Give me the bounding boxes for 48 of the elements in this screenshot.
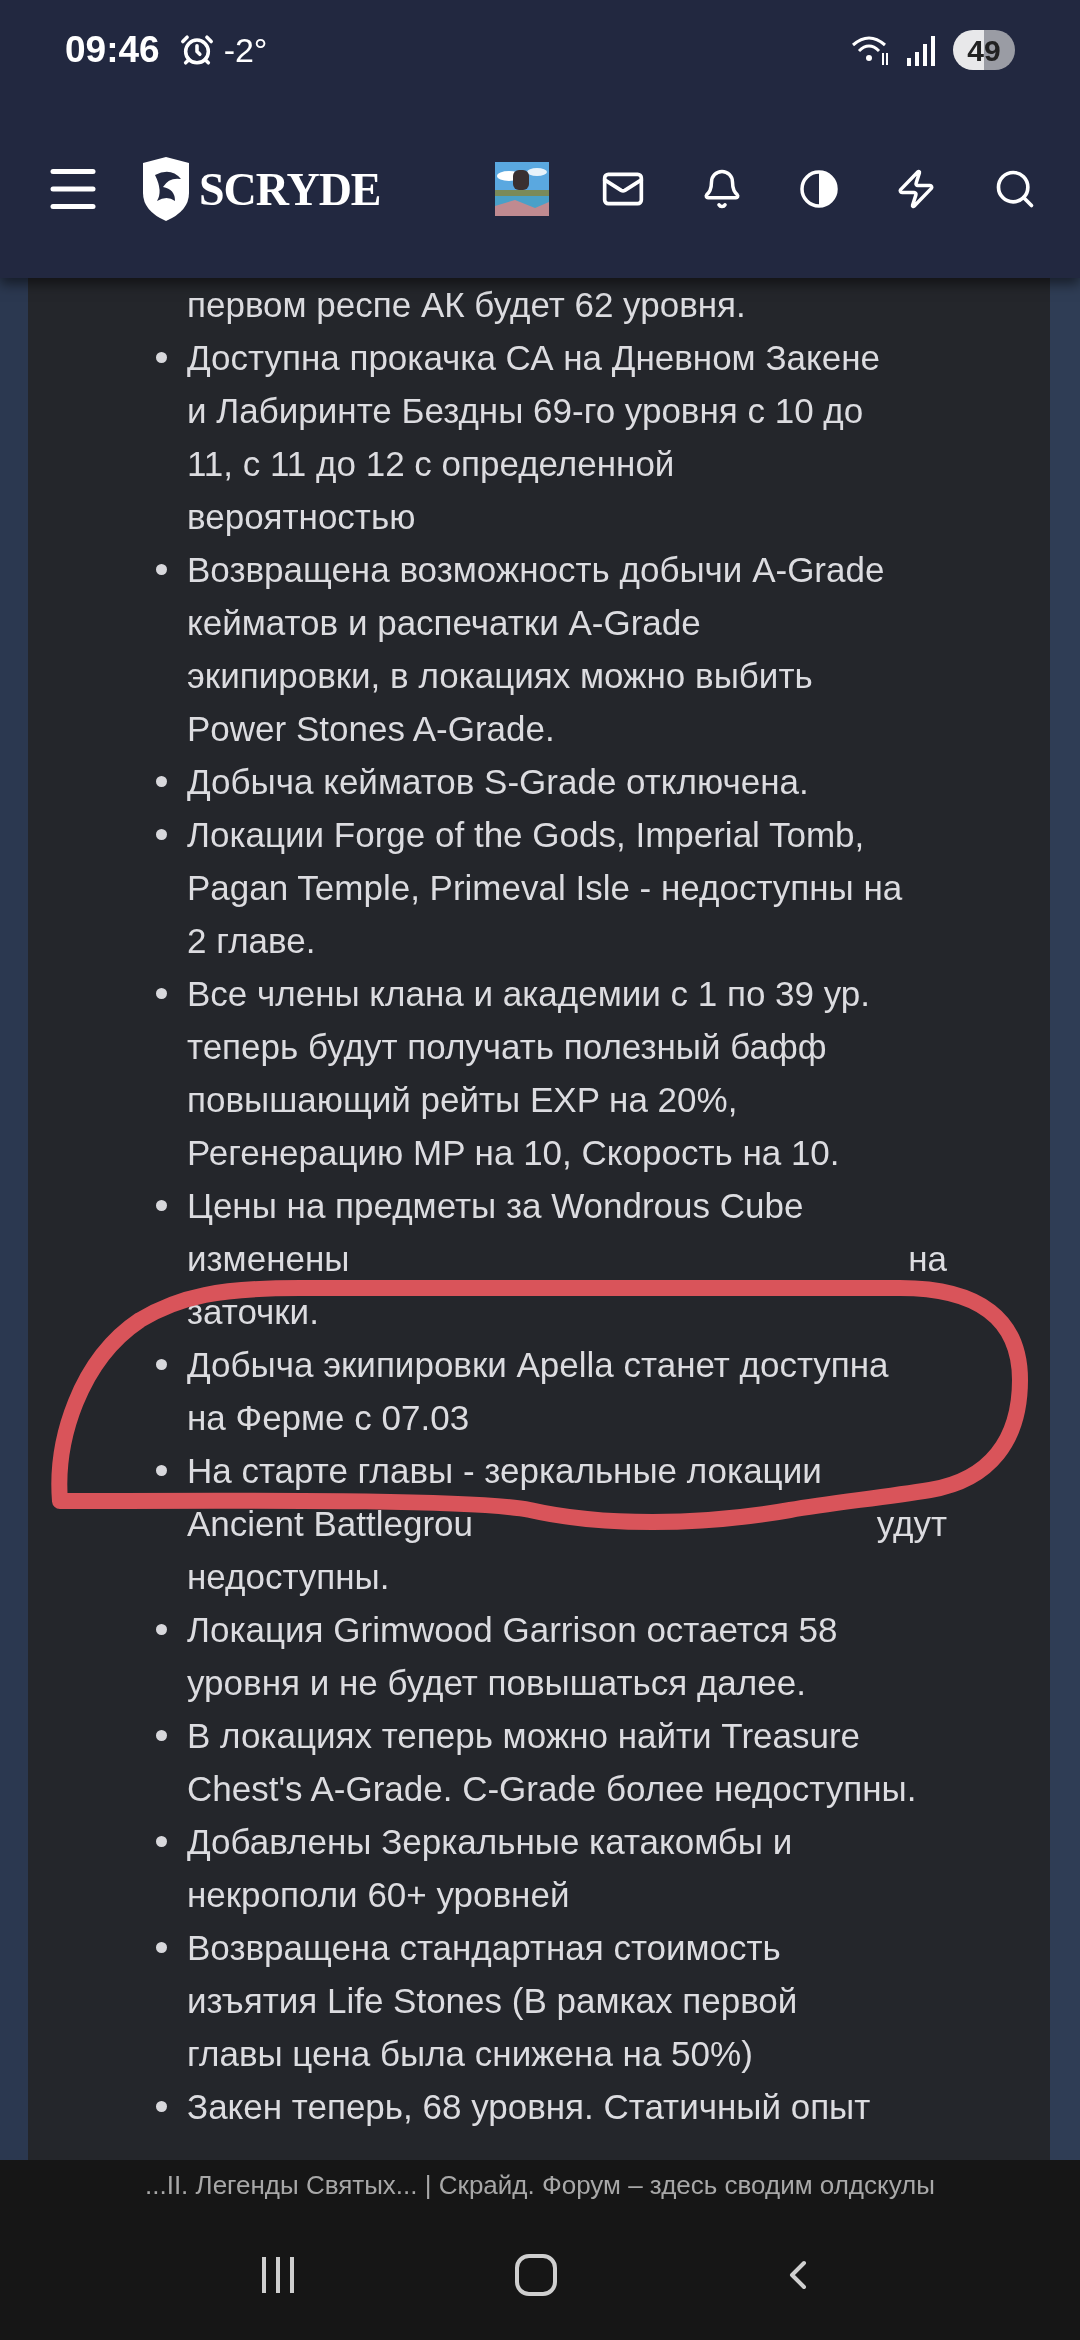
list-text: вероятностью [187,496,416,538]
list-text: повышающий рейты EXP на 20%, [187,1079,738,1121]
list-text: недоступны. [187,1556,390,1598]
list-text: некрополи 60+ уровней [187,1874,570,1916]
list-text: Power Stones A-Grade. [187,708,555,750]
list-text: главы цена была снижена на 50%) [187,2033,753,2075]
list-text: Pagan Temple, Primeval Isle - недоступны на [187,867,903,909]
list-text: Возвращена стандартная стоимость [187,1927,781,1969]
contrast-icon[interactable] [799,169,839,209]
text-fragment: на [908,1238,947,1280]
list-text: теперь будут получать полезный бафф [187,1026,827,1068]
battery-indicator: 49 [953,30,1015,70]
list-text: Цены на предметы за Wondrous Cube [187,1185,804,1227]
text-fragment: изменены [187,1238,350,1280]
text-fragment: Ancient Battlegrou [187,1503,473,1545]
list-text: Регенерацию MP на 10, Скорость на 10. [187,1132,840,1174]
page-title: ...II. Легенды Святых... | Скрайд. Форум – здесь сводим олдскулы [145,2168,935,2202]
clock-text: 09:46 [65,28,160,73]
list-text: и Лабиринте Бездны 69-го уровня с 10 до [187,390,864,432]
list-text: Локация Grimwood Garrison остается 58 [187,1609,838,1651]
list-text: 2 главе. [187,920,316,962]
list-text: Закен теперь, 68 уровня. Статичный опыт [187,2086,871,2128]
temperature-text: -2° [223,29,268,71]
wifi-icon [851,33,891,67]
list-text: изъятия Life Stones (В рамках первой [187,1980,798,2022]
list-text: Chest's A-Grade. C-Grade более недоступны. [187,1768,917,1810]
list-text: заточки. [187,1291,319,1333]
list-text: Добыча кейматов S-Grade отключена. [187,761,809,803]
list-text: В локациях теперь можно найти Treasure [187,1715,861,1757]
list-text: первом респе АК будет 62 уровня. [187,284,746,326]
list-text: кейматов и распечатки A-Grade [187,602,701,644]
shield-logo-icon [141,157,191,221]
list-text: экипировки, в локациях можно выбить [187,655,813,697]
list-text: Все члены клана и академии с 1 по 39 ур. [187,973,871,1015]
list-text: На старте главы - зеркальные локации [187,1450,822,1492]
signal-icon [905,34,937,66]
text-fragment: удут [876,1503,947,1545]
list-text: Добыча экипировки Apella станет доступна [187,1344,889,1386]
list-text: Добавлены Зеркальные катакомбы и [187,1821,793,1863]
logo-text[interactable]: SCRYDE [199,154,381,224]
home-icon[interactable] [515,2254,557,2296]
list-text: Возвращена возможность добычи A-Grade [187,549,885,591]
list-text: 11, с 11 до 12 с определенной [187,443,675,485]
list-text: уровня и не будет повышаться далее. [187,1662,806,1704]
list-text: на Ферме с 07.03 [187,1397,470,1439]
alarm-icon [179,33,214,67]
list-text: Доступна прокачка СА на Дневном Закене [187,337,880,379]
list-text: Локации Forge of the Gods, Imperial Tomb, [187,814,865,856]
